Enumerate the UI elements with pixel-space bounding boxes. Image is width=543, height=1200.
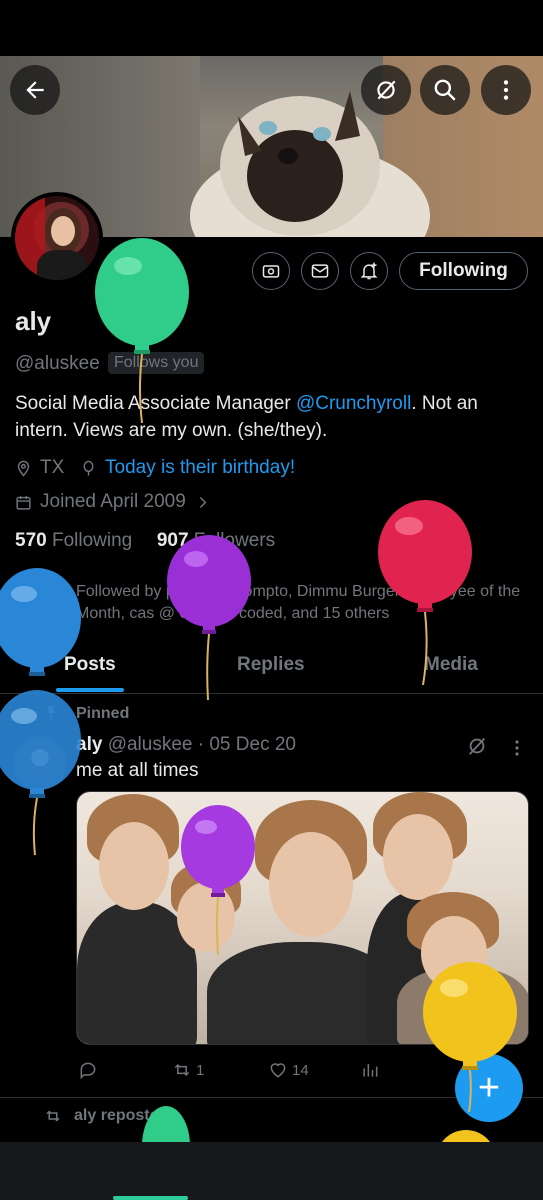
balloon-purple	[167, 535, 251, 700]
birthday-row[interactable]: Today is their birthday!	[80, 457, 295, 479]
repost-action[interactable]: 1	[172, 1060, 204, 1080]
location-text: TX	[40, 457, 65, 478]
like-action[interactable]: 14	[268, 1060, 309, 1080]
grok-button[interactable]	[361, 65, 411, 115]
reply-icon	[80, 1062, 96, 1080]
avatar-face	[51, 216, 75, 246]
repost-icon	[174, 1063, 190, 1077]
status-bar	[0, 0, 543, 56]
post-text: me at all times	[76, 760, 199, 781]
bio-mention-link[interactable]: @Crunchyroll	[296, 393, 411, 414]
post-handle-date: @aluskee · 05 Dec 20	[107, 734, 296, 755]
grok-icon[interactable]	[466, 735, 488, 757]
following-count: 570	[15, 530, 47, 551]
profile-bio: Social Media Associate Manager @Crunchyr…	[15, 390, 525, 444]
balloon-green	[142, 1106, 190, 1142]
envelope-icon	[311, 264, 329, 278]
avatar-body	[37, 250, 87, 280]
like-count: 14	[292, 1061, 309, 1079]
balloon-yellow	[423, 962, 517, 1112]
bottom-navigation	[0, 1142, 543, 1200]
nav-active-indicator	[113, 1196, 188, 1200]
grok-icon	[377, 80, 396, 100]
person-head	[383, 814, 453, 900]
joined-row[interactable]: Joined April 2009	[15, 491, 211, 513]
back-arrow-icon	[26, 81, 44, 99]
analytics-icon	[363, 1064, 378, 1077]
more-vertical-icon	[503, 80, 509, 100]
back-button[interactable]	[10, 65, 60, 115]
money-icon	[262, 265, 280, 278]
heart-icon	[270, 1063, 286, 1078]
notifications-button[interactable]	[350, 252, 388, 290]
following-button[interactable]: Following	[399, 252, 528, 290]
following-label: Following	[51, 530, 133, 551]
views-action[interactable]	[360, 1060, 380, 1080]
post-more-icon[interactable]	[510, 738, 524, 758]
balloon-purple	[181, 805, 255, 955]
repost-icon	[46, 1110, 60, 1122]
search-button[interactable]	[420, 65, 470, 115]
message-button[interactable]	[301, 252, 339, 290]
profile-handle: @aluskee	[15, 353, 100, 374]
balloon-red	[378, 500, 472, 685]
subscriptions-button[interactable]	[252, 252, 290, 290]
balloon-icon	[83, 460, 94, 476]
chevron-right-icon	[199, 496, 207, 508]
profile-avatar[interactable]	[11, 192, 103, 284]
profile-name: aly	[15, 306, 52, 336]
calendar-icon	[16, 495, 31, 510]
more-button[interactable]	[481, 65, 531, 115]
birthday-text[interactable]: Today is their birthday!	[105, 457, 295, 479]
reply-action[interactable]	[78, 1060, 98, 1080]
bell-plus-icon	[360, 262, 378, 280]
location-pin-icon	[17, 460, 30, 477]
person-head	[269, 832, 353, 937]
following-stat[interactable]: 570 Following	[15, 530, 132, 551]
location-row: TX	[15, 457, 64, 479]
repost-count: 1	[196, 1061, 205, 1079]
balloon-yellow	[442, 1130, 490, 1142]
balloon-green	[95, 238, 189, 423]
balloon-blue	[0, 690, 81, 856]
post-header: aly @aluskee · 05 Dec 20	[76, 734, 296, 756]
person-head	[99, 822, 169, 910]
joined-text: Joined April 2009	[40, 491, 186, 512]
search-icon	[434, 79, 456, 101]
pinned-label: Pinned	[76, 705, 130, 722]
